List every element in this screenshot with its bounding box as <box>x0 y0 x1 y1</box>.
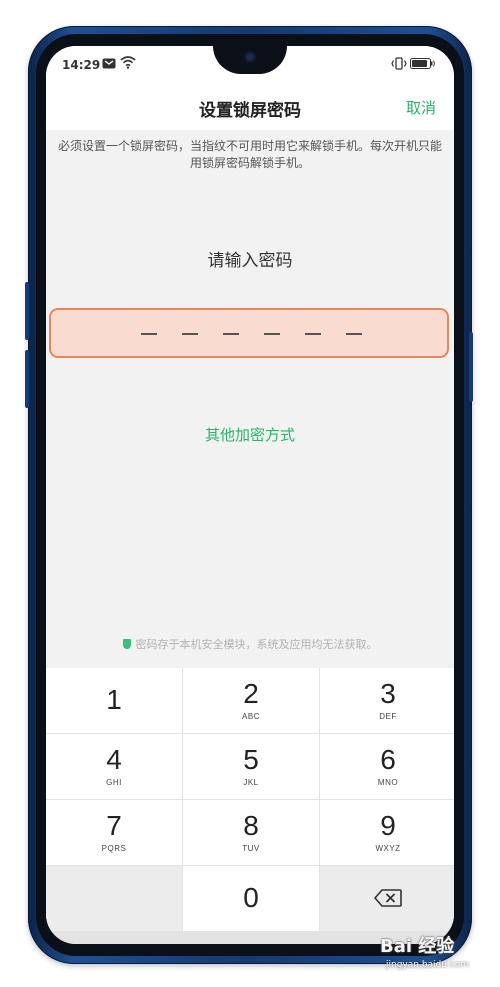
key-digit: 8 <box>243 810 259 841</box>
key-letters: PQRS <box>101 844 127 853</box>
numeric-keypad: 1 2 ABC 3 DEF 4 GHI 5 JKL 6 MNO 7 PQRS 8 TUV 9 W… <box>46 668 454 944</box>
cancel-button[interactable]: 取消 <box>406 97 436 118</box>
password-slot <box>346 333 362 335</box>
other-encryption-methods-link[interactable]: 其他加密方式 <box>46 424 454 445</box>
watermark-url: jingyan.baidu.com <box>386 960 470 970</box>
status-time: 14:29 <box>62 58 101 72</box>
key-2[interactable]: 2 ABC <box>183 668 319 733</box>
key-1[interactable]: 1 <box>46 668 182 733</box>
description-text: 必须设置一个锁屏密码，当指纹不可用时用它来解锁手机。每次开机只能用锁屏密码解锁手… <box>58 139 443 170</box>
password-slot <box>264 333 280 335</box>
title-bar: 设置锁屏密码 取消 <box>46 86 454 130</box>
password-slot <box>141 333 157 335</box>
phone-screen: 14:29 设置锁屏密码 取消 必须设置一个锁屏密码，当指纹不可用时用它来解锁手… <box>46 46 454 944</box>
battery-icon <box>410 58 436 72</box>
key-digit: 9 <box>380 810 396 841</box>
key-digit: 6 <box>380 744 396 775</box>
key-letters: JKL <box>243 778 259 787</box>
volume-down-button <box>25 350 29 408</box>
shield-icon <box>122 639 131 649</box>
key-digit: 7 <box>106 810 122 841</box>
security-note-text: 密码存于本机安全模块，系统及应用均无法获取。 <box>135 638 378 651</box>
backspace-button[interactable] <box>320 866 454 931</box>
password-slot <box>305 333 321 335</box>
key-0[interactable]: 0 <box>183 866 319 931</box>
key-digit: 2 <box>243 678 259 709</box>
key-7[interactable]: 7 PQRS <box>46 800 182 865</box>
key-5[interactable]: 5 JKL <box>183 734 319 799</box>
key-letters: MNO <box>377 778 399 787</box>
key-8[interactable]: 8 TUV <box>183 800 319 865</box>
key-digit: 3 <box>380 678 396 709</box>
key-digit: 1 <box>106 684 122 715</box>
key-3[interactable]: 3 DEF <box>320 668 454 733</box>
enter-password-prompt: 请输入密码 <box>207 251 293 271</box>
password-input[interactable] <box>49 308 449 358</box>
vibrate-icon <box>391 57 407 73</box>
key-letters: TUV <box>242 844 260 853</box>
key-letters: ABC <box>242 712 260 721</box>
volume-up-button <box>25 282 29 340</box>
password-slot <box>223 333 239 335</box>
page-title: 设置锁屏密码 <box>199 101 301 121</box>
backspace-icon <box>374 889 402 907</box>
key-6[interactable]: 6 MNO <box>320 734 454 799</box>
watermark: Bai 经验 jingyan.baidu.com <box>380 928 498 978</box>
key-letters: DEF <box>379 712 397 721</box>
key-digit: 4 <box>106 744 122 775</box>
camera-icon <box>244 51 256 63</box>
wifi-icon <box>120 56 136 72</box>
security-note: 密码存于本机安全模块，系统及应用均无法获取。 <box>46 636 454 652</box>
watermark-logo: Bai 经验 <box>380 936 455 957</box>
key-blank <box>46 866 182 931</box>
key-digit: 5 <box>243 744 259 775</box>
key-letters: WXYZ <box>375 844 401 853</box>
key-digit: 0 <box>243 882 259 913</box>
message-icon <box>102 58 116 72</box>
key-letters: GHI <box>106 778 122 787</box>
key-4[interactable]: 4 GHI <box>46 734 182 799</box>
password-slot <box>182 333 198 335</box>
key-9[interactable]: 9 WXYZ <box>320 800 454 865</box>
power-button <box>469 332 473 402</box>
